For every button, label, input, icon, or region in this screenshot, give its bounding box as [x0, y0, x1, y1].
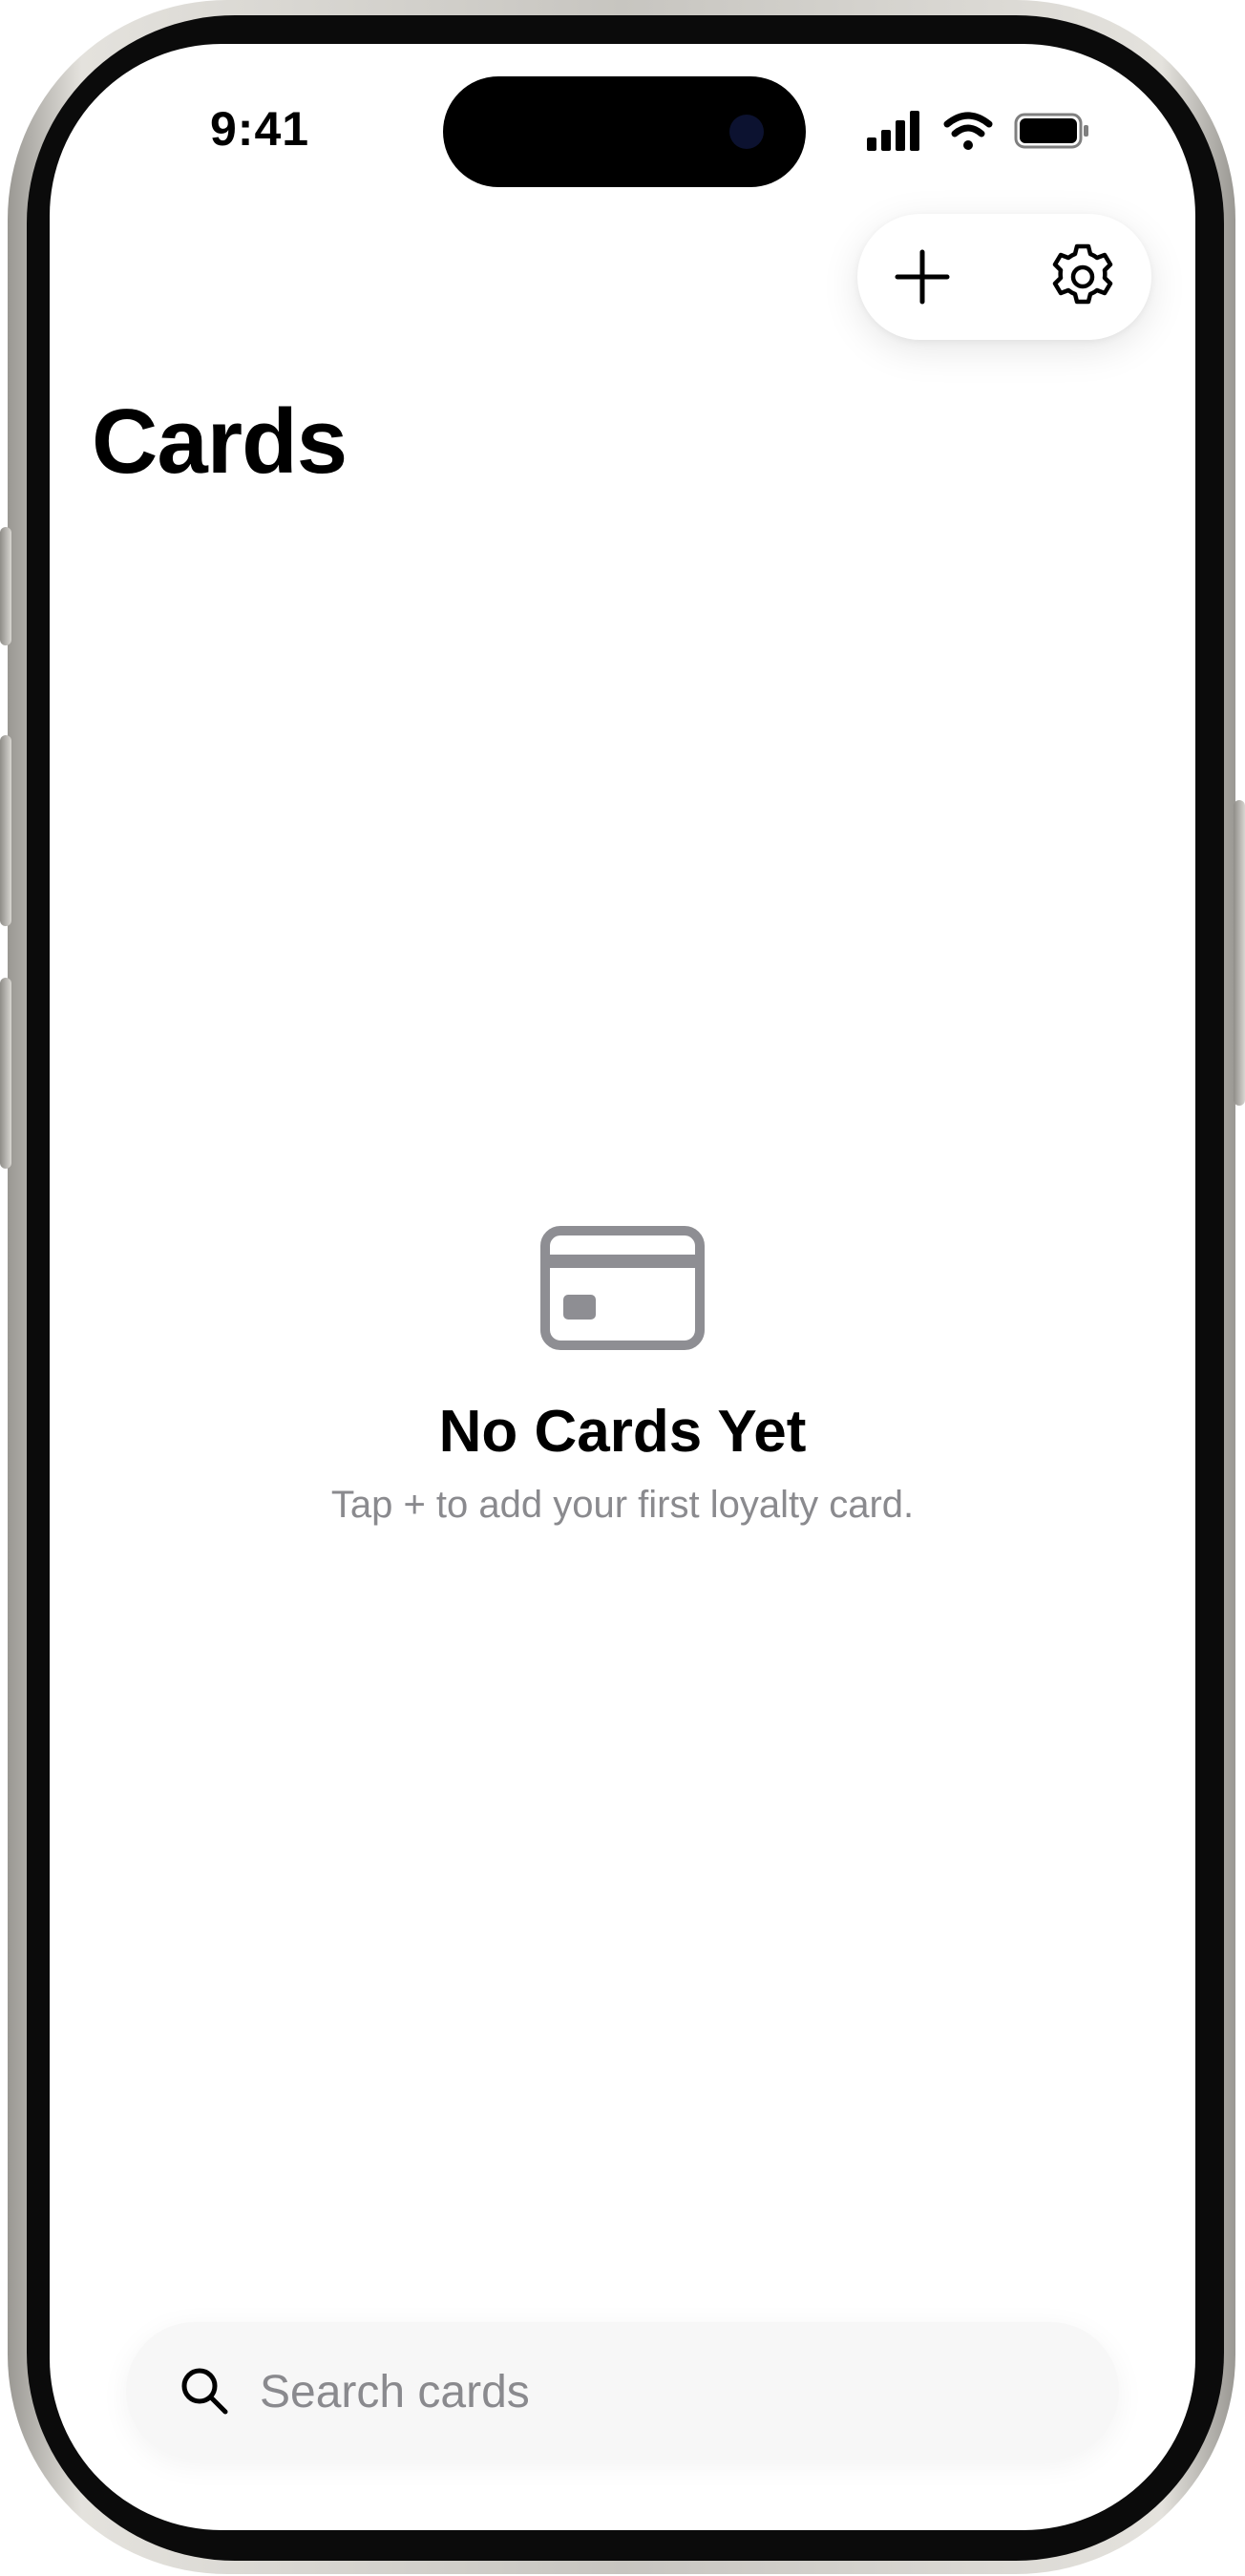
toolbar-pill	[857, 214, 1151, 340]
page-title: Cards	[92, 391, 348, 493]
app-screen: 9:41 Cards No Cards Yet Tap + to add you…	[50, 44, 1195, 2530]
settings-button[interactable]	[1045, 239, 1121, 315]
device-mockup: 9:41 Cards No Cards Yet Tap + to add you…	[0, 0, 1245, 2576]
status-time: 9:41	[210, 102, 310, 156]
wifi-icon	[943, 112, 993, 150]
front-camera	[729, 115, 764, 149]
search-input[interactable]	[258, 2353, 1083, 2431]
volume-up-button	[0, 735, 11, 926]
dynamic-island	[443, 76, 806, 187]
battery-icon	[1014, 113, 1088, 149]
power-button	[1234, 800, 1245, 1106]
gear-icon	[1052, 243, 1113, 305]
search-icon	[181, 2368, 228, 2415]
add-card-button[interactable]	[884, 239, 960, 315]
status-icons	[867, 109, 1096, 155]
credit-card-icon	[540, 1226, 705, 1350]
plus-icon	[895, 249, 950, 305]
empty-state-subtitle: Tap + to add your first loyalty card.	[330, 1484, 915, 1526]
empty-state-title: No Cards Yet	[438, 1399, 807, 1465]
search-bar[interactable]	[126, 2322, 1119, 2460]
volume-down-button	[0, 978, 11, 1169]
cellular-signal-icon	[867, 111, 919, 151]
action-button	[0, 527, 11, 645]
